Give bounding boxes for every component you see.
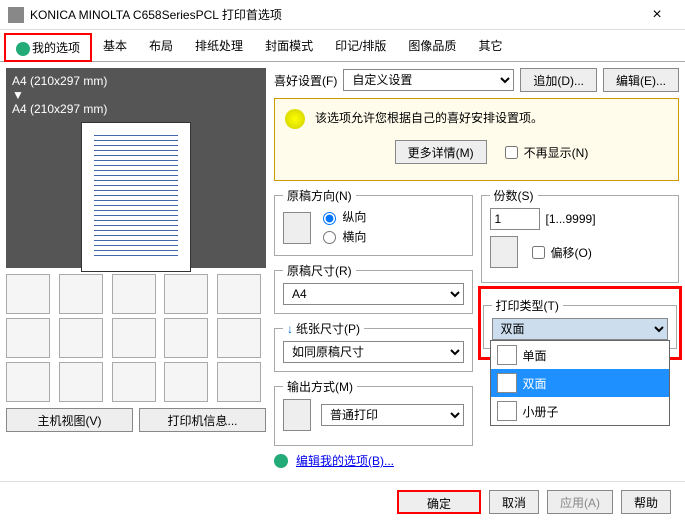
option-booklet[interactable]: 小册子 (491, 397, 670, 425)
tab-layout[interactable]: 布局 (138, 32, 184, 61)
printer-icon (8, 7, 24, 23)
close-icon[interactable]: × (637, 6, 677, 24)
copies-input[interactable] (490, 208, 540, 230)
print-type-dropdown: 单面 双面 小册子 (490, 340, 671, 426)
tab-stamp[interactable]: 印记/排版 (324, 32, 397, 61)
ok-button[interactable]: 确定 (397, 490, 481, 514)
thumb[interactable] (164, 318, 208, 358)
landscape-radio[interactable]: 横向 (318, 228, 366, 245)
original-size-select[interactable]: A4 (283, 283, 464, 305)
paper-size-group: ↓纸张尺寸(P) 如同原稿尺寸 (274, 320, 473, 372)
page-icon (497, 373, 517, 393)
output-method-label: 输出方式(M) (283, 378, 357, 395)
thumb[interactable] (164, 362, 208, 402)
copies-group: 份数(S) [1...9999] 偏移(O) (481, 187, 680, 283)
original-size-label: 原稿尺寸(R) (283, 262, 356, 279)
tab-basic[interactable]: 基本 (92, 32, 138, 61)
cancel-button[interactable]: 取消 (489, 490, 539, 514)
person-icon (16, 42, 30, 56)
output-method-group: 输出方式(M) 普通打印 (274, 378, 473, 446)
lightbulb-icon (285, 109, 305, 129)
preview-panel: A4 (210x297 mm) ▼ A4 (210x297 mm) x1 (6, 68, 266, 268)
arrow-down-icon: ▼ (12, 88, 260, 102)
page-icon (283, 212, 311, 244)
print-type-group: 打印类型(T) 双面 单面 双面 小册子 (483, 297, 678, 349)
booklet-icon (497, 401, 517, 421)
option-single[interactable]: 单面 (491, 341, 670, 369)
thumb[interactable] (217, 362, 261, 402)
favorites-label: 喜好设置(F) (274, 72, 337, 89)
edit-my-options-link[interactable]: 编辑我的选项(B)... (296, 452, 394, 469)
edit-favorite-button[interactable]: 编辑(E)... (603, 68, 679, 92)
tab-finishing[interactable]: 排纸处理 (184, 32, 254, 61)
paper-to: A4 (210x297 mm) (12, 102, 260, 116)
copies-label: 份数(S) (490, 187, 538, 204)
tab-cover[interactable]: 封面模式 (254, 32, 324, 61)
thumb[interactable] (6, 274, 50, 314)
tab-my-options[interactable]: 我的选项 (4, 33, 92, 62)
thumb[interactable] (59, 362, 103, 402)
favorites-select[interactable]: 自定义设置 (343, 69, 514, 91)
arrow-down-icon: ↓ (287, 322, 293, 336)
thumb[interactable] (59, 318, 103, 358)
output-method-select[interactable]: 普通打印 (321, 404, 464, 426)
info-text: 该选项允许您根据自己的喜好安排设置项。 (315, 109, 668, 126)
thumb[interactable] (217, 318, 261, 358)
printer-small-icon (283, 399, 311, 431)
layout-thumbnails (6, 274, 266, 402)
tab-quality[interactable]: 图像品质 (397, 32, 467, 61)
portrait-radio[interactable]: 纵向 (318, 208, 366, 225)
thumb[interactable] (6, 318, 50, 358)
more-details-button[interactable]: 更多详情(M) (395, 140, 487, 164)
tab-bar: 我的选项 基本 布局 排纸处理 封面模式 印记/排版 图像品质 其它 (0, 30, 685, 62)
page-icon (497, 345, 517, 365)
dialog-footer: 确定 取消 应用(A) 帮助 (0, 481, 685, 522)
person-icon (274, 454, 288, 468)
original-size-group: 原稿尺寸(R) A4 (274, 262, 473, 314)
paper-from: A4 (210x297 mm) (12, 74, 260, 88)
tab-other[interactable]: 其它 (467, 32, 513, 61)
titlebar: KONICA MINOLTA C658SeriesPCL 打印首选项 × (0, 0, 685, 30)
orientation-group: 原稿方向(N) 纵向 横向 (274, 187, 473, 256)
help-button[interactable]: 帮助 (621, 490, 671, 514)
apply-button[interactable]: 应用(A) (547, 490, 613, 514)
copies-range: [1...9999] (546, 212, 596, 226)
host-view-button[interactable]: 主机视图(V) (6, 408, 133, 432)
no-show-checkbox[interactable]: 不再显示(N) (501, 143, 589, 162)
add-favorite-button[interactable]: 追加(D)... (520, 68, 597, 92)
printer-info-button[interactable]: 打印机信息... (139, 408, 266, 432)
offset-checkbox[interactable]: 偏移(O) (528, 243, 592, 262)
thumb[interactable] (217, 274, 261, 314)
thumb[interactable] (164, 274, 208, 314)
thumb[interactable] (112, 318, 156, 358)
window-title: KONICA MINOLTA C658SeriesPCL 打印首选项 (30, 6, 637, 23)
offset-icon (490, 236, 518, 268)
orientation-label: 原稿方向(N) (283, 187, 356, 204)
info-panel: 该选项允许您根据自己的喜好安排设置项。 更多详情(M) 不再显示(N) (274, 98, 679, 181)
thumb[interactable] (112, 362, 156, 402)
page-preview (81, 122, 191, 272)
print-type-label: 打印类型(T) (492, 297, 563, 314)
thumb[interactable] (112, 274, 156, 314)
paper-size-select[interactable]: 如同原稿尺寸 (283, 341, 464, 363)
print-type-select[interactable]: 双面 (492, 318, 669, 340)
thumb[interactable] (6, 362, 50, 402)
option-duplex[interactable]: 双面 (491, 369, 670, 397)
thumb[interactable] (59, 274, 103, 314)
print-type-highlight: 打印类型(T) 双面 单面 双面 小册子 (481, 289, 680, 357)
paper-size-label: 纸张尺寸(P) (296, 322, 360, 336)
